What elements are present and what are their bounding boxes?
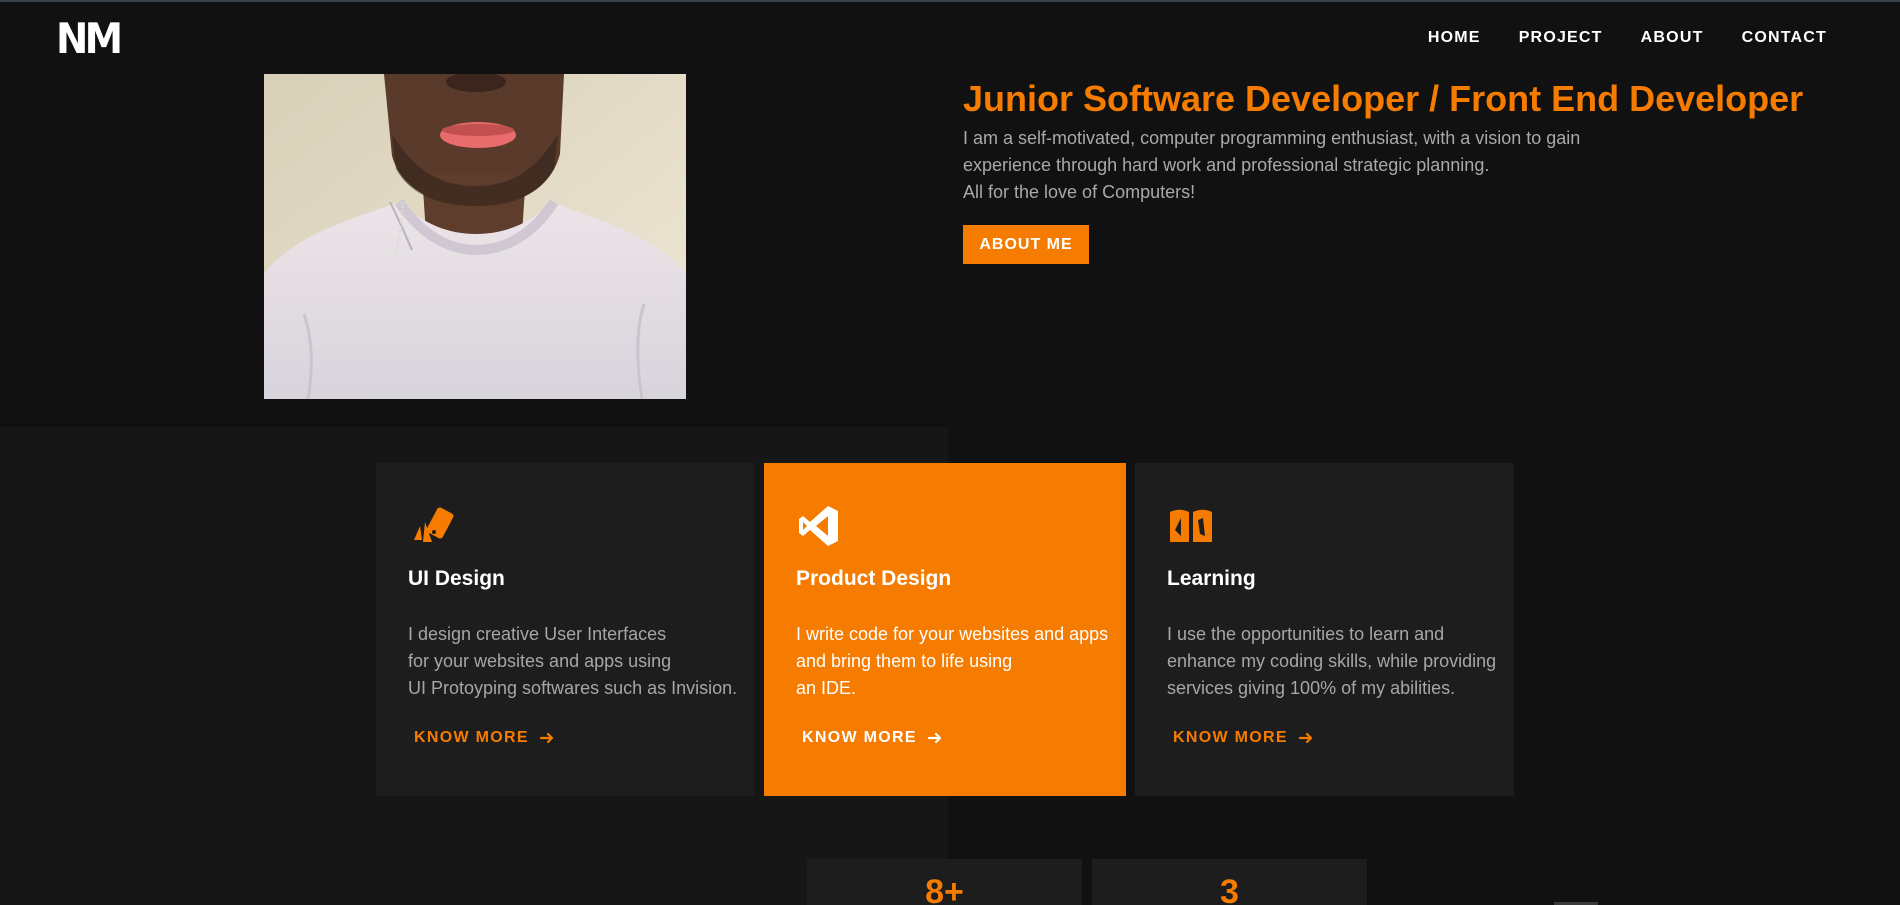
- hero-description: I am a self-motivated, computer programm…: [963, 125, 1623, 206]
- arrow-right-icon: [539, 732, 553, 744]
- service-title: Learning: [1167, 567, 1256, 590]
- stat-card: 3: [1092, 859, 1367, 905]
- service-card-ui-design: UI Design I design creative User Interfa…: [376, 463, 754, 796]
- main-nav: HOME PROJECT ABOUT CONTACT: [1428, 29, 1827, 47]
- nav-about-link[interactable]: ABOUT: [1641, 29, 1704, 47]
- profile-photo-illustration: [264, 74, 686, 399]
- design-cards-icon: [408, 502, 456, 550]
- service-title: Product Design: [796, 567, 952, 590]
- hero-title: Junior Software Developer / Front End De…: [963, 78, 1804, 119]
- service-description-line: I use the opportunities to learn and: [1167, 624, 1445, 644]
- service-description-line: and bring them to life using: [796, 651, 1013, 671]
- stat-card: 8+: [807, 859, 1082, 905]
- know-more-link[interactable]: KNOW MORE: [414, 729, 555, 747]
- know-more-label: KNOW MORE: [414, 729, 529, 746]
- service-description-line: for your websites and apps using: [408, 651, 672, 671]
- service-card-product-design: Product Design I write code for your web…: [764, 463, 1126, 796]
- arrow-right-icon: [1298, 732, 1312, 744]
- service-description-line: I design creative User Interfaces: [408, 624, 667, 644]
- service-description-line: services giving 100% of my abilities.: [1167, 678, 1456, 698]
- service-description-line: UI Protoyping softwares such as Invision…: [408, 678, 738, 698]
- nav-project-link[interactable]: PROJECT: [1519, 29, 1603, 47]
- stat-value: 3: [1220, 873, 1239, 905]
- know-more-link[interactable]: KNOW MORE: [1173, 729, 1314, 747]
- logo[interactable]: NM: [56, 18, 123, 60]
- top-border: [0, 0, 1900, 2]
- nav-home-link[interactable]: HOME: [1428, 29, 1481, 47]
- know-more-link[interactable]: KNOW MORE: [802, 729, 943, 747]
- hero-description-line: All for the love of Computers!: [963, 182, 1196, 202]
- know-more-label: KNOW MORE: [802, 729, 917, 746]
- nav-contact-link[interactable]: CONTACT: [1742, 29, 1827, 47]
- service-description-line: I write code for your websites and apps: [796, 624, 1109, 644]
- service-title: UI Design: [408, 567, 505, 590]
- vscode-icon: [796, 502, 844, 550]
- hero-description-line: I am a self-motivated, computer programm…: [963, 128, 1581, 148]
- service-description: I use the opportunities to learn and enh…: [1167, 621, 1517, 702]
- service-description-line: an IDE.: [796, 678, 857, 698]
- service-description-line: enhance my coding skills, while providin…: [1167, 651, 1497, 671]
- hero-description-line: experience through hard work and profess…: [963, 155, 1490, 175]
- profile-photo: [264, 74, 686, 399]
- stat-value: 8+: [925, 873, 964, 905]
- know-more-label: KNOW MORE: [1173, 729, 1288, 746]
- about-me-button[interactable]: ABOUT ME: [963, 225, 1089, 264]
- service-description: I design creative User Interfaces for yo…: [408, 621, 758, 702]
- book-icon: [1167, 502, 1215, 550]
- service-description: I write code for your websites and apps …: [796, 621, 1146, 702]
- service-card-learning: Learning I use the opportunities to lear…: [1135, 463, 1514, 796]
- arrow-right-icon: [927, 732, 941, 744]
